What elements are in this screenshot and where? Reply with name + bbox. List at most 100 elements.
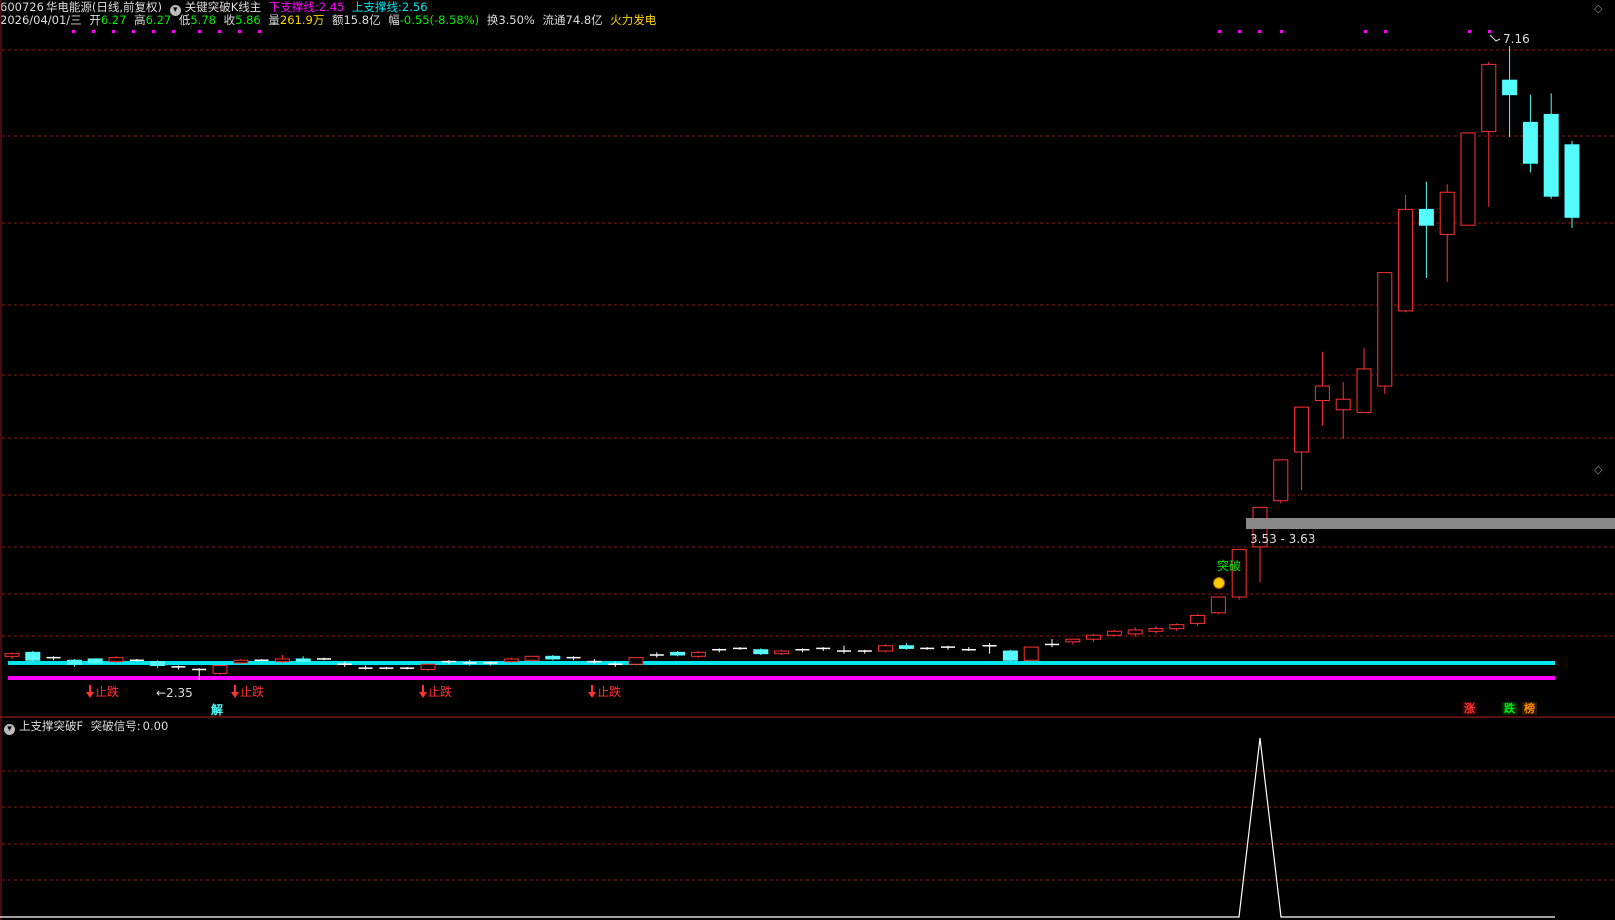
chart-mode[interactable]: (日线,前复权) <box>92 0 162 14</box>
candle-body <box>690 651 706 657</box>
stock-name[interactable]: 华电能源 <box>46 0 92 14</box>
candle <box>400 666 415 670</box>
marker-dot <box>1384 30 1387 33</box>
low-label: 低 <box>178 13 191 27</box>
marker-dot <box>258 30 261 33</box>
candle <box>712 648 727 653</box>
unlock-label: 解 <box>211 702 223 717</box>
candle <box>66 658 82 667</box>
marker-dot <box>112 30 115 33</box>
candle <box>1502 45 1518 137</box>
candle <box>1190 614 1206 626</box>
footer-badge[interactable]: 榜 <box>1522 702 1537 715</box>
high-arrow-icon <box>1489 34 1501 42</box>
candle <box>795 648 810 653</box>
candle <box>1522 94 1538 173</box>
candle <box>1377 272 1393 394</box>
title-bar: 600726 华电能源(日线,前复权) ▾ 关键突破K线主 下支撑线:2.45 上支… <box>0 0 432 16</box>
high-price-label: 7.16 <box>1503 32 1530 46</box>
marker-dot <box>72 30 75 33</box>
zone-label: 3.53 - 3.63 <box>1250 532 1316 546</box>
candle-body <box>1086 634 1102 640</box>
turnover-label: 换 <box>486 13 499 27</box>
marker-dot <box>1488 30 1491 33</box>
candle-body <box>1023 646 1039 661</box>
candle-body <box>1564 144 1580 218</box>
candle <box>358 665 373 670</box>
stop-fall-label: 止跌 <box>95 684 119 699</box>
candle <box>379 666 394 670</box>
restore-icon[interactable]: ◇ <box>1594 2 1602 15</box>
marker-dot <box>152 30 155 33</box>
candle-body <box>1543 113 1559 197</box>
close-label: 收 <box>223 13 236 27</box>
open-value: 6.27 <box>100 13 127 27</box>
candle <box>920 647 935 650</box>
marker-dot <box>172 30 175 33</box>
candle <box>1231 549 1247 600</box>
candle <box>774 649 790 655</box>
candle <box>733 647 747 650</box>
change-label: 幅 <box>388 13 400 27</box>
quote-bar: 2026/04/01/三 开6.27 高6.27 低5.78 收5.86 量26… <box>0 13 660 27</box>
candle <box>295 656 311 663</box>
candle <box>649 652 664 658</box>
sector-label[interactable]: 火力发电 <box>610 13 656 27</box>
candle <box>878 644 894 653</box>
candlestick-chart[interactable]: 7.16 ←2.35 止跌 止跌 止跌 止跌解 突破 <box>0 0 1615 920</box>
sub-dropdown-icon[interactable]: ▾ <box>4 724 15 735</box>
high-label: 高 <box>134 13 146 27</box>
footer-badge[interactable]: 涨 <box>1462 702 1477 715</box>
candle-body <box>628 657 644 665</box>
candle-body <box>4 653 20 657</box>
candle-body <box>233 659 249 664</box>
candle <box>1106 629 1122 637</box>
candle <box>1086 633 1102 642</box>
candle-body <box>1377 272 1393 387</box>
marker-dot <box>1238 30 1241 33</box>
candle-body <box>1522 121 1538 164</box>
float-label: 流通 <box>542 13 566 27</box>
quote-date: 2026/04/01/三 <box>0 13 82 27</box>
candle-body <box>1294 406 1310 453</box>
candle <box>670 651 686 657</box>
footer-badge[interactable]: 跌 <box>1502 702 1517 715</box>
stop-fall-label: 止跌 <box>240 684 264 699</box>
sub-indicator-name[interactable]: 上支撑突破F <box>19 719 83 733</box>
candle-body <box>420 663 436 670</box>
candle <box>1002 649 1018 662</box>
candle <box>274 654 290 663</box>
candle <box>1418 181 1434 278</box>
high-value: 6.27 <box>145 13 172 27</box>
candle-body <box>1231 549 1247 598</box>
candle <box>1210 596 1226 615</box>
candle <box>816 647 831 652</box>
candle <box>254 658 269 662</box>
candle <box>1543 93 1559 199</box>
candle <box>608 661 623 667</box>
candle-body <box>1314 385 1330 402</box>
candle <box>441 660 456 665</box>
candle-body <box>1502 79 1518 96</box>
upper-support-label: 上支撑线: <box>352 0 402 14</box>
candle-body <box>545 655 561 660</box>
stock-code[interactable]: 600726 <box>0 0 44 14</box>
candle <box>1439 184 1455 282</box>
candle <box>1481 61 1497 207</box>
sub-panel-header: ▾ 上支撑突破F 突破信号: 0.00 <box>0 719 172 735</box>
candle-body <box>1356 368 1372 413</box>
candle <box>628 657 644 666</box>
indicator-name[interactable]: 关键突破K线主 <box>185 0 262 14</box>
candle <box>1065 638 1081 645</box>
candle-body <box>274 658 290 663</box>
marker-dot <box>1364 30 1367 33</box>
candle-body <box>774 650 790 655</box>
restore-icon-sub[interactable]: ◇ <box>1594 463 1602 476</box>
candle <box>1273 459 1289 504</box>
candle <box>4 652 20 659</box>
candle <box>192 668 207 681</box>
candle <box>212 665 228 675</box>
candle <box>1023 646 1039 661</box>
candle-body <box>503 658 519 663</box>
candle <box>46 656 61 661</box>
